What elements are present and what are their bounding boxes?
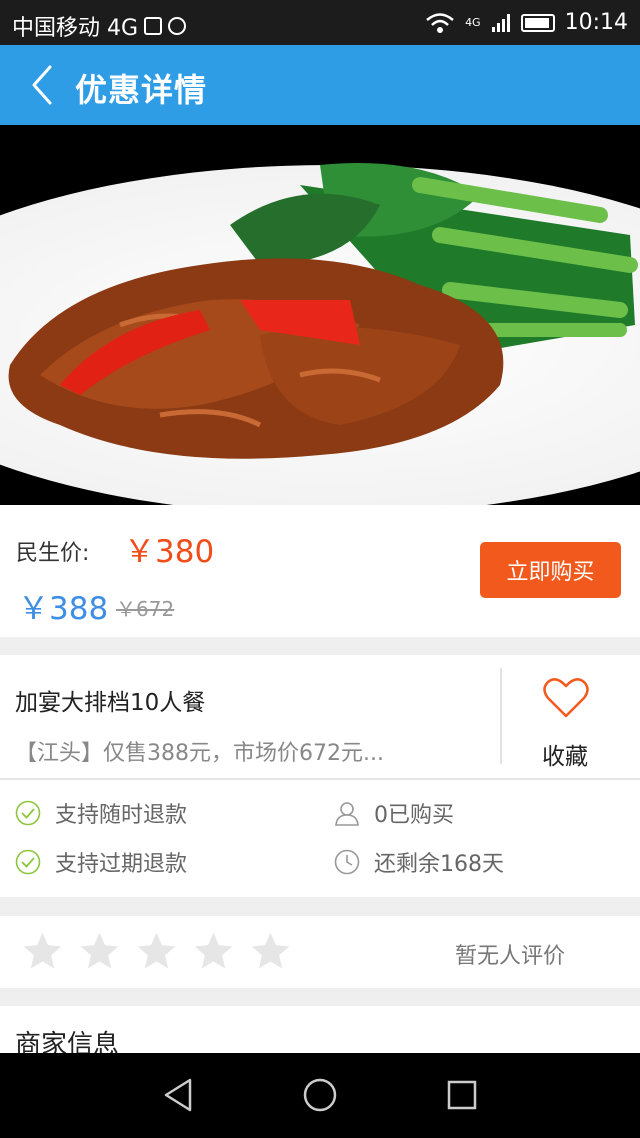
- food-image: [0, 163, 640, 505]
- heart-icon: [543, 678, 589, 718]
- divider: [500, 668, 502, 764]
- wifi-icon: [426, 12, 454, 33]
- nav-back-button[interactable]: [158, 1075, 198, 1115]
- status-right: 4G 10:14: [425, 10, 628, 35]
- network-type-label: 4G: [465, 16, 481, 29]
- deal-description: 【江头】仅售388元，市场价672元...: [15, 741, 384, 766]
- chevron-left-icon: [32, 65, 52, 105]
- check-circle-icon: [15, 800, 41, 826]
- circle-home-icon: [303, 1078, 337, 1112]
- app-notification-icon: [168, 17, 187, 35]
- buy-now-button[interactable]: 立即购买: [480, 542, 621, 598]
- feature-days-remaining: 还剩余168天: [334, 846, 504, 878]
- star-icon: [23, 932, 62, 969]
- feature-text: 支持过期退款: [55, 852, 188, 877]
- favorite-button[interactable]: 收藏: [505, 665, 625, 775]
- star-icon: [194, 932, 233, 969]
- feature-text: 还剩余168天: [374, 852, 504, 877]
- status-bar: 中国移动 4G 4G 10:14: [0, 0, 640, 45]
- page-title: 优惠详情: [75, 71, 208, 109]
- image-notification-icon: [144, 17, 163, 35]
- merchant-card: 商家信息: [0, 1006, 640, 1053]
- favorite-label: 收藏: [542, 744, 588, 770]
- star-icon: [80, 932, 119, 969]
- divider: [0, 778, 640, 780]
- app-bar: 优惠详情: [0, 45, 640, 125]
- rating-card: 暂无人评价: [0, 916, 640, 988]
- deal-card: 加宴大排档10人餐 【江头】仅售388元，市场价672元... 收藏 支持随时退…: [0, 655, 640, 897]
- feature-refund-expired: 支持过期退款: [15, 846, 187, 878]
- star-icon: [251, 932, 290, 969]
- deal-title: 加宴大排档10人餐: [15, 690, 206, 716]
- nav-recents-button[interactable]: [442, 1075, 482, 1115]
- user-icon: [335, 802, 359, 826]
- price-label: 民生价:: [16, 541, 90, 566]
- merchant-title: 商家信息: [15, 1030, 120, 1053]
- back-button[interactable]: [26, 63, 66, 107]
- rating-stars: [20, 929, 293, 974]
- star-icon: [137, 932, 176, 969]
- signal-icon: [491, 13, 510, 32]
- status-left: 中国移动 4G: [12, 10, 187, 42]
- clock-time: 10:14: [564, 10, 628, 35]
- clock-icon: [334, 849, 360, 875]
- original-price: ￥672: [116, 597, 175, 621]
- nav-home-button[interactable]: [300, 1075, 340, 1115]
- triangle-back-icon: [164, 1078, 192, 1112]
- rating-text: 暂无人评价: [455, 944, 566, 969]
- battery-icon: [520, 13, 555, 32]
- square-recents-icon: [447, 1080, 477, 1110]
- member-price: ￥380: [124, 534, 215, 570]
- feature-refund-anytime: 支持随时退款: [15, 797, 187, 829]
- check-circle-icon: [15, 849, 41, 875]
- food-photo: [0, 125, 640, 505]
- price-card: 民生价: ￥380 ￥388 ￥672 立即购买: [0, 505, 640, 637]
- feature-text: 0已购买: [374, 803, 454, 828]
- carrier-text: 中国移动 4G: [12, 16, 139, 41]
- sale-price: ￥388: [18, 591, 109, 627]
- feature-text: 支持随时退款: [55, 803, 188, 828]
- feature-purchased-count: 0已购买: [334, 797, 454, 829]
- system-nav-bar: [0, 1053, 640, 1138]
